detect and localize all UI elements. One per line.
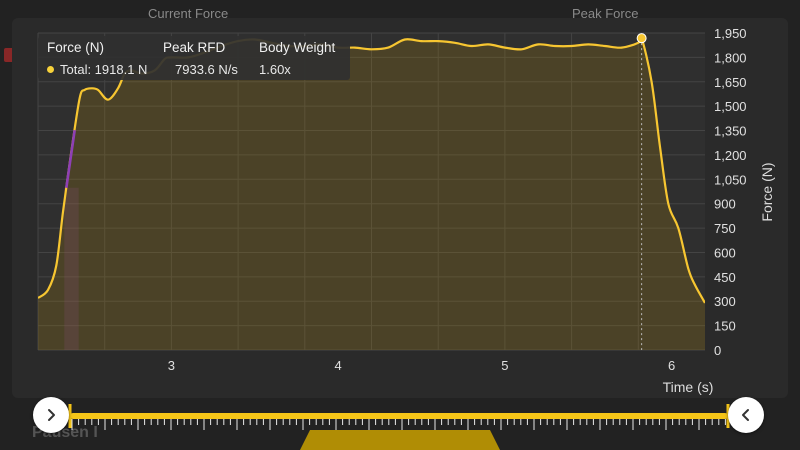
legend-rfd-value: 7933.6 N/s (175, 62, 238, 77)
peak-marker (636, 33, 647, 44)
y-axis-ticks: 0 150 300 450 600 750 900 1,050 1,200 1,350 1,500 1… (714, 26, 747, 358)
y-axis-label: Force (N) (759, 162, 775, 221)
x-tick-label: 6 (668, 358, 675, 373)
x-tick-label: 4 (335, 358, 342, 373)
y-tick-label: 1,500 (714, 99, 747, 114)
legend-force-value: Total: 1918.1 N (60, 62, 148, 77)
y-tick-label: 600 (714, 245, 736, 260)
series-color-dot (47, 66, 54, 73)
y-tick-label: 150 (714, 319, 736, 334)
y-tick-label: 450 (714, 270, 736, 285)
scroll-forward-button[interactable] (33, 397, 69, 433)
y-tick-label: 1,050 (714, 172, 747, 187)
slider-track[interactable] (70, 413, 728, 419)
x-tick-label: 3 (168, 358, 175, 373)
y-tick-label: 1,200 (714, 148, 747, 163)
y-tick-label: 1,350 (714, 124, 747, 139)
legend-force-header: Force (N) (47, 40, 104, 55)
y-tick-label: 1,800 (714, 50, 747, 65)
legend-rfd-header: Peak RFD (163, 40, 226, 55)
legend-bodyweight-value: 1.60x (259, 62, 291, 77)
chevron-left-icon (742, 409, 749, 421)
x-axis-ticks: 3 4 5 6 (168, 358, 675, 373)
x-tick-label: 5 (501, 358, 508, 373)
y-tick-label: 1,950 (714, 26, 747, 41)
chevron-right-icon (48, 409, 55, 421)
y-tick-label: 900 (714, 197, 736, 212)
x-axis-label: Time (s) (663, 379, 714, 395)
scroll-back-button[interactable] (728, 397, 764, 433)
time-range-slider[interactable] (68, 404, 730, 430)
y-tick-label: 1,650 (714, 75, 747, 90)
y-tick-label: 0 (714, 343, 721, 358)
y-tick-label: 300 (714, 294, 736, 309)
legend-bodyweight-header: Body Weight (259, 40, 336, 55)
y-tick-label: 750 (714, 221, 736, 236)
force-area-fill (38, 35, 705, 350)
chart-tooltip: Force (N) Peak RFD Body Weight Total: 19… (38, 36, 350, 80)
